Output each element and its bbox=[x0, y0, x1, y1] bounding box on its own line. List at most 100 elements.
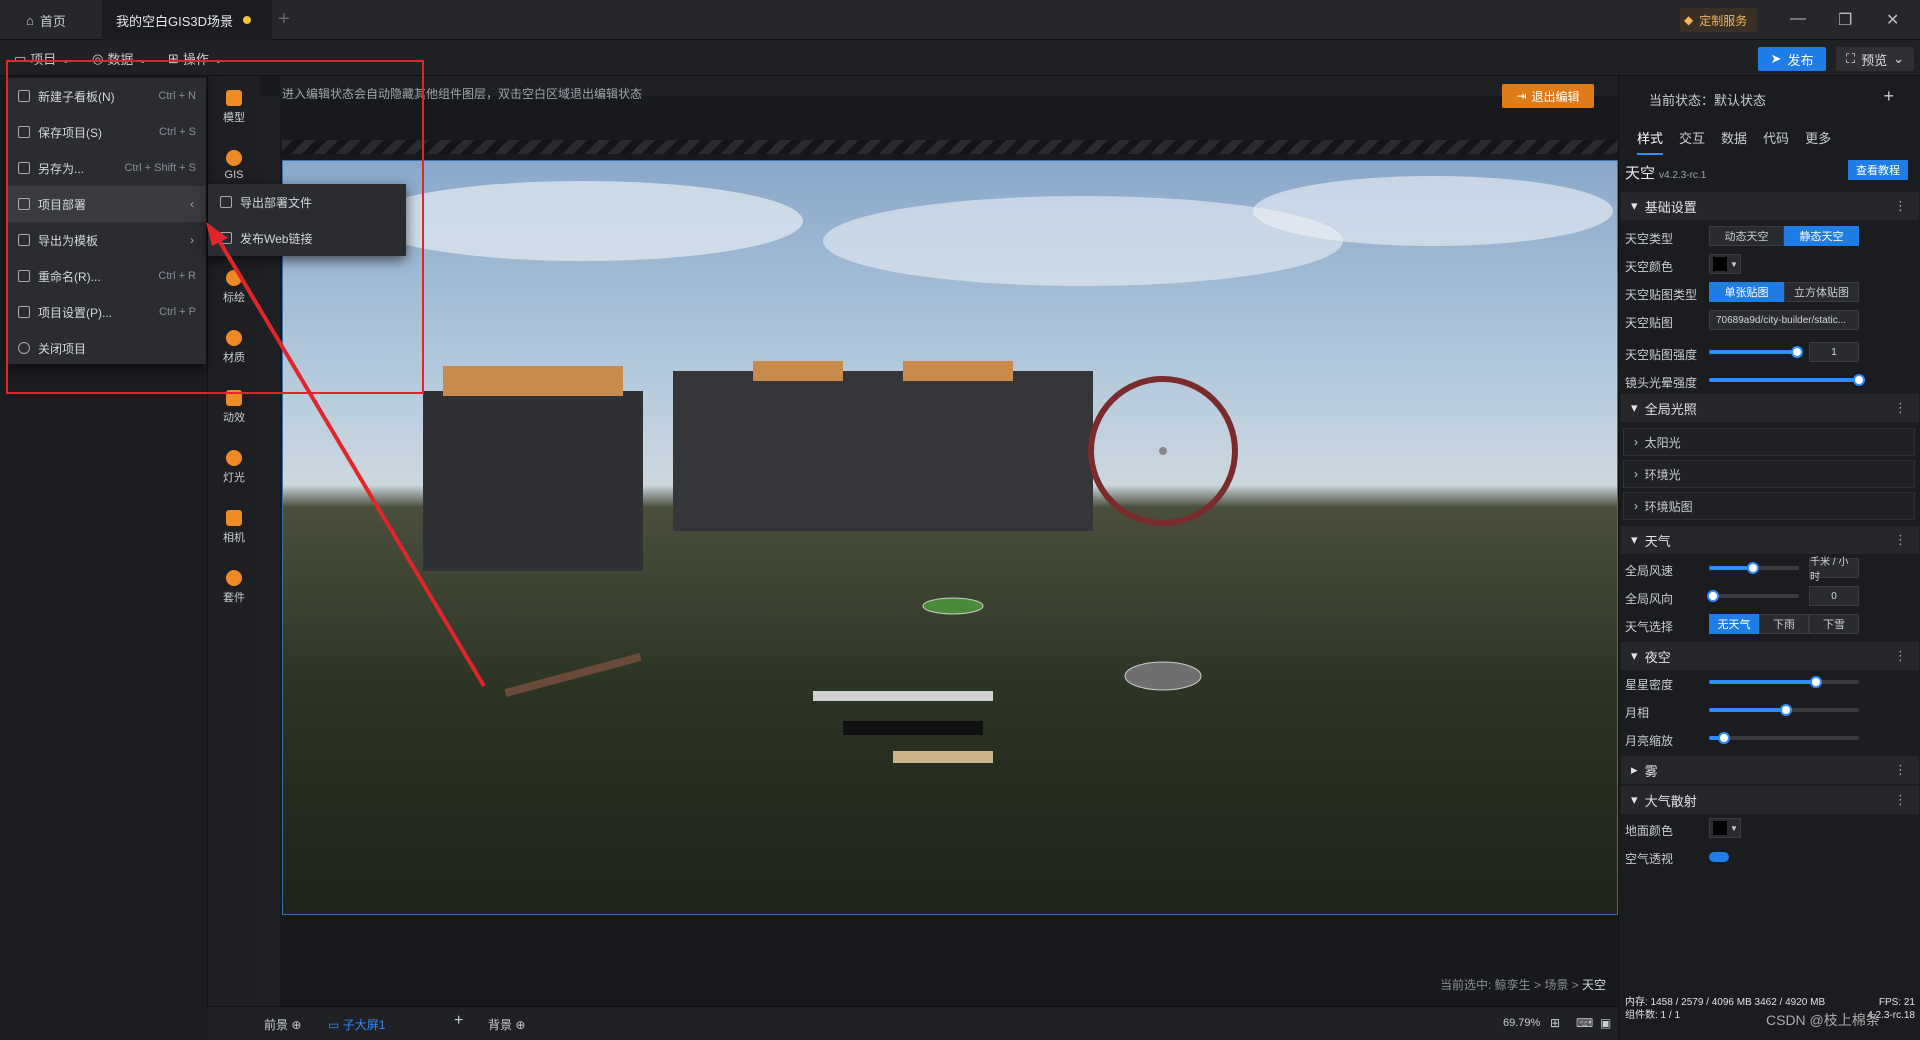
sky-texture-strength-input[interactable]: 1 bbox=[1809, 342, 1859, 362]
wind-direction-slider[interactable] bbox=[1707, 590, 1799, 602]
more-icon[interactable]: ⋮ bbox=[1894, 532, 1907, 548]
train-track[interactable] bbox=[504, 653, 642, 697]
front-layer-tab[interactable]: 前景 ⊕ bbox=[264, 1016, 301, 1033]
restore-icon[interactable]: ❐ bbox=[1838, 10, 1852, 30]
tool-label: GIS bbox=[224, 169, 244, 181]
sky-type-dynamic[interactable]: 动态天空 bbox=[1709, 226, 1784, 246]
background-label: 背景 bbox=[488, 1018, 513, 1032]
custom-service-button[interactable]: ◆ 定制服务 bbox=[1680, 8, 1758, 32]
tutorial-button[interactable]: 查看教程 bbox=[1848, 160, 1908, 180]
tab-home[interactable]: ⌂ 首页 bbox=[12, 0, 102, 40]
tool-light[interactable]: 灯光 bbox=[208, 450, 260, 485]
air-perspective-toggle[interactable] bbox=[1709, 852, 1729, 862]
subsection-ambient[interactable]: › 环境光 bbox=[1623, 460, 1915, 488]
zoom-level[interactable]: 69.79% bbox=[1503, 1017, 1540, 1029]
lens-flare-slider[interactable] bbox=[1709, 374, 1865, 386]
menu-data[interactable]: ◎ 数据 ⌄ bbox=[92, 49, 148, 68]
section-basic[interactable]: ▾ 基础设置 ⋮ bbox=[1621, 192, 1919, 220]
3d-scene-viewport[interactable] bbox=[282, 160, 1618, 915]
menu-save-as[interactable]: 另存为... Ctrl + Shift + S bbox=[8, 150, 206, 186]
tool-plot[interactable]: 标绘 bbox=[208, 270, 260, 305]
more-icon[interactable]: ⋮ bbox=[1894, 198, 1907, 214]
background-layer-tab[interactable]: 背景 ⊕ bbox=[488, 1016, 525, 1033]
exit-edit-button[interactable]: ⇥ 退出编辑 bbox=[1502, 84, 1594, 108]
section-global-light[interactable]: ▾ 全局光照 ⋮ bbox=[1621, 394, 1919, 422]
star-density-slider[interactable] bbox=[1709, 676, 1859, 688]
preview-button[interactable]: ⛶ 预览 ⌄ bbox=[1836, 47, 1914, 71]
kit-icon bbox=[226, 570, 242, 586]
sky-texture-cube[interactable]: 立方体贴图 bbox=[1784, 282, 1859, 302]
moon-scale-slider[interactable] bbox=[1709, 732, 1859, 744]
subsection-env-map[interactable]: › 环境贴图 bbox=[1623, 492, 1915, 520]
wind-speed-unit[interactable]: 千米 / 小时 bbox=[1809, 557, 1859, 583]
ground-color-picker[interactable]: ▼ bbox=[1709, 818, 1741, 838]
wind-speed-slider[interactable] bbox=[1709, 562, 1799, 574]
add-circle-icon[interactable]: ⊕ bbox=[291, 1018, 301, 1032]
chevron-down-icon: ⌄ bbox=[137, 50, 149, 66]
more-icon[interactable]: ⋮ bbox=[1894, 762, 1907, 778]
menu-export-deploy-file[interactable]: 导出部署文件 bbox=[208, 184, 406, 220]
weather-none[interactable]: 无天气 bbox=[1709, 614, 1759, 634]
menu-export-template[interactable]: 导出为模板 › bbox=[8, 222, 206, 258]
add-circle-icon[interactable]: ⊕ bbox=[515, 1018, 525, 1032]
moon-phase-slider[interactable] bbox=[1709, 704, 1859, 716]
tool-model[interactable]: 模型 bbox=[208, 90, 260, 125]
terminal-icon[interactable]: ▣ bbox=[1600, 1016, 1611, 1030]
tab-code[interactable]: 代码 bbox=[1763, 128, 1789, 155]
more-icon[interactable]: ⋮ bbox=[1894, 792, 1907, 808]
more-icon[interactable]: ⋮ bbox=[1894, 648, 1907, 664]
ferris-wheel[interactable] bbox=[1088, 376, 1238, 526]
fullscreen-icon: ⛶ bbox=[1845, 51, 1856, 66]
menu-operate[interactable]: ⊞ 操作 ⌄ bbox=[168, 49, 224, 68]
tab-data[interactable]: 数据 bbox=[1721, 128, 1747, 155]
tab-more[interactable]: 更多 bbox=[1805, 128, 1831, 155]
fit-screen-icon[interactable]: ⊞ bbox=[1550, 1016, 1560, 1030]
section-weather[interactable]: ▾ 天气 ⋮ bbox=[1621, 526, 1919, 554]
building-cluster[interactable] bbox=[673, 361, 1093, 531]
tool-material[interactable]: 材质 bbox=[208, 330, 260, 365]
keyboard-icon[interactable]: ⌨ bbox=[1576, 1016, 1593, 1030]
parking-cars[interactable] bbox=[813, 691, 993, 763]
sky-texture-strength-slider[interactable] bbox=[1709, 346, 1803, 358]
add-tab-icon[interactable]: + bbox=[278, 8, 290, 31]
menu-project[interactable]: ▭ 项目 ⌄ bbox=[14, 49, 71, 68]
menu-publish-web-link[interactable]: 发布Web链接 bbox=[208, 220, 406, 256]
menu-deploy-project[interactable]: 项目部署 ‹ bbox=[8, 186, 206, 222]
more-icon[interactable]: ⋮ bbox=[1894, 400, 1907, 416]
menu-new-sub-board[interactable]: 新建子看板(N) Ctrl + N bbox=[8, 78, 206, 114]
menu-rename[interactable]: 重命名(R)... Ctrl + R bbox=[8, 258, 206, 294]
tool-camera[interactable]: 相机 bbox=[208, 510, 260, 545]
weather-snow[interactable]: 下雪 bbox=[1809, 614, 1859, 634]
tab-style[interactable]: 样式 bbox=[1637, 128, 1664, 155]
section-fog[interactable]: ▸ 雾 ⋮ bbox=[1621, 756, 1919, 784]
tab-interaction[interactable]: 交互 bbox=[1679, 128, 1705, 155]
menu-close-project[interactable]: 关闭项目 bbox=[8, 330, 206, 366]
sky-type-static[interactable]: 静态天空 bbox=[1784, 226, 1859, 246]
publish-button[interactable]: ➤ 发布 bbox=[1758, 47, 1826, 71]
section-atmosphere[interactable]: ▾ 大气散射 ⋮ bbox=[1621, 786, 1919, 814]
weather-rain[interactable]: 下雨 bbox=[1759, 614, 1809, 634]
subsection-sun[interactable]: › 太阳光 bbox=[1623, 428, 1915, 456]
wind-direction-input[interactable]: 0 bbox=[1809, 586, 1859, 606]
menu-project-label: 项目 bbox=[30, 52, 57, 67]
title-bar: ⌂ 首页 我的空白GIS3D场景 + ◆ 定制服务 — ❐ ✕ bbox=[0, 0, 1920, 40]
tool-effect[interactable]: 动效 bbox=[208, 390, 260, 425]
menu-project-settings[interactable]: 项目设置(P)... Ctrl + P bbox=[8, 294, 206, 330]
current-state[interactable]: 当前状态：默认状态 bbox=[1649, 90, 1766, 109]
add-state-icon[interactable]: + bbox=[1883, 86, 1894, 107]
fountain-plaza[interactable] bbox=[922, 597, 1202, 691]
close-icon[interactable]: ✕ bbox=[1886, 10, 1899, 30]
section-night-sky[interactable]: ▾ 夜空 ⋮ bbox=[1621, 642, 1919, 670]
sub-screen-tab[interactable]: ▭ 子大屏1 bbox=[328, 1016, 385, 1033]
sky-color-picker[interactable]: ▼ bbox=[1709, 254, 1741, 274]
sky-texture-single[interactable]: 单张贴图 bbox=[1709, 282, 1784, 302]
tab-project[interactable]: 我的空白GIS3D场景 bbox=[102, 0, 272, 40]
shortcut-label: Ctrl + R bbox=[158, 270, 196, 282]
add-screen-icon[interactable]: + bbox=[454, 1012, 463, 1030]
minimize-icon[interactable]: — bbox=[1790, 10, 1806, 28]
tool-kit[interactable]: 套件 bbox=[208, 570, 260, 605]
sky-texture-select[interactable]: 70689a9d/city-builder/static... bbox=[1709, 310, 1859, 330]
building-left[interactable] bbox=[423, 366, 643, 571]
menu-save-project[interactable]: 保存项目(S) Ctrl + S bbox=[8, 114, 206, 150]
tool-gis[interactable]: GIS bbox=[208, 150, 260, 181]
